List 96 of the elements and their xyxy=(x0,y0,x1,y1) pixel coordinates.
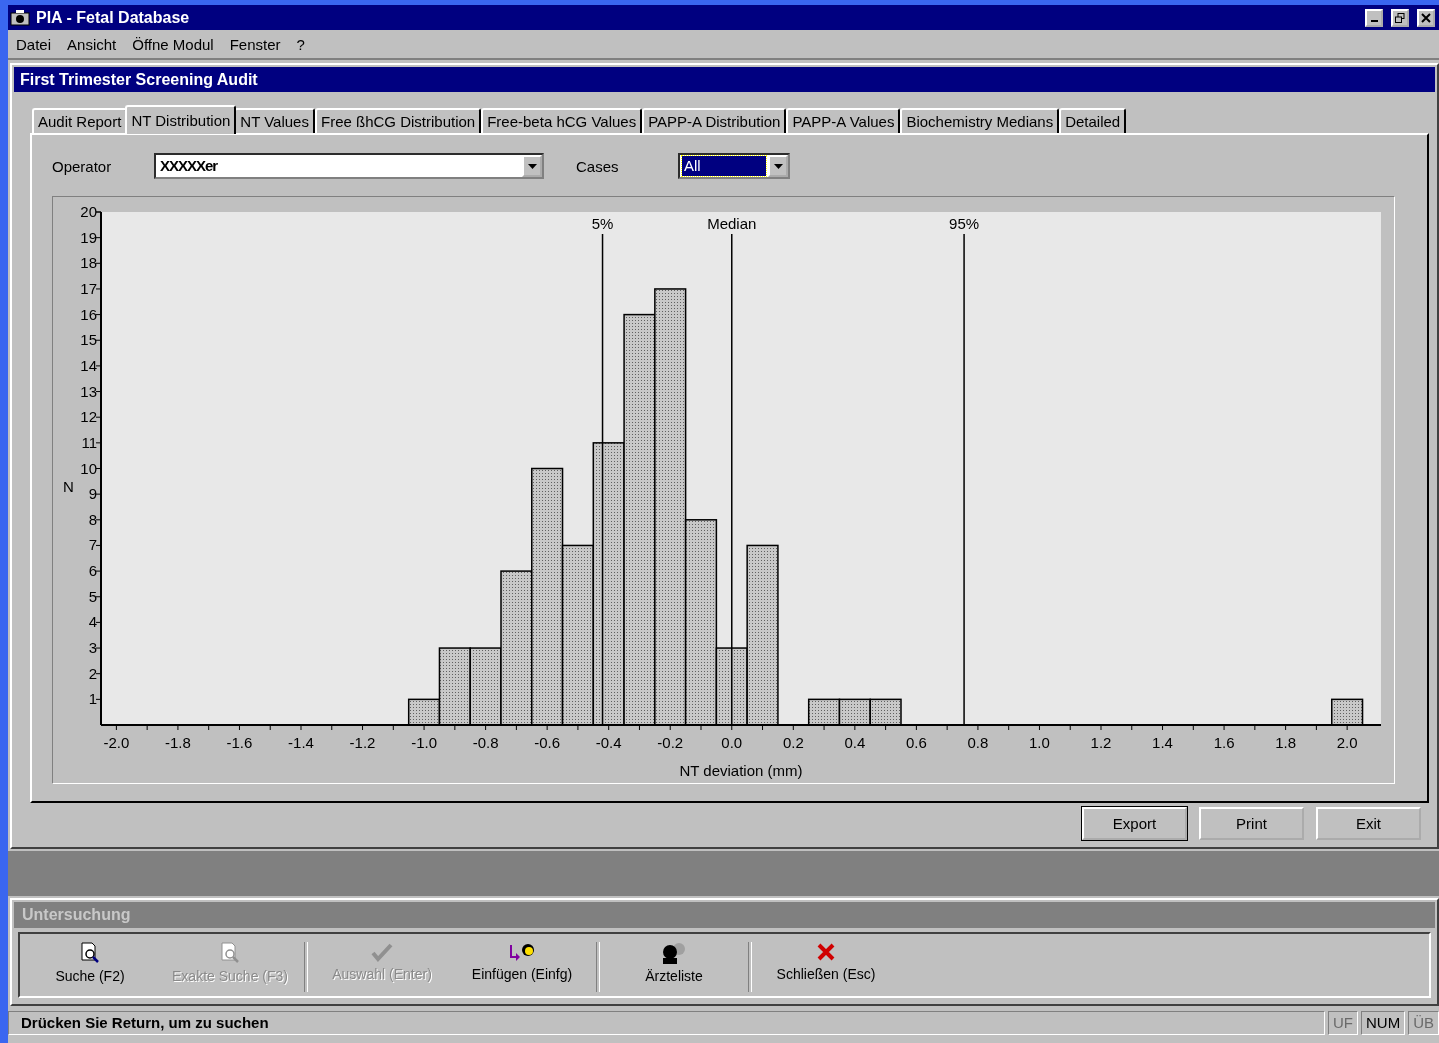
status-indicator: NUM xyxy=(1361,1010,1406,1035)
y-tick-label: 2 xyxy=(88,664,97,682)
search-icon xyxy=(79,942,101,964)
minimize-button[interactable] xyxy=(1365,8,1383,27)
menu-item[interactable]: Öffne Modul xyxy=(132,35,214,53)
cases-label: Cases xyxy=(576,157,620,175)
y-tick-label: 1 xyxy=(88,690,97,708)
menu-item[interactable]: Ansicht xyxy=(67,35,117,53)
tab[interactable]: Detailed xyxy=(1059,108,1127,133)
y-tick-label: 8 xyxy=(88,510,97,528)
y-tick-label: 4 xyxy=(88,613,97,631)
x-tick-label: 2.0 xyxy=(1336,734,1358,751)
dialog-button[interactable]: Export xyxy=(1082,807,1187,840)
x-tick-label: -0.8 xyxy=(472,734,499,751)
y-tick-label: 20 xyxy=(80,203,97,220)
panel-title: Untersuchung xyxy=(14,902,1435,928)
toolbar-button[interactable]: Ärzteliste xyxy=(604,942,744,984)
tab[interactable]: NT Values xyxy=(234,108,315,133)
y-tick-label: 18 xyxy=(80,254,97,272)
x-tick-label: 0.6 xyxy=(905,734,927,751)
person-arrow-icon xyxy=(508,942,536,962)
y-tick-label: 9 xyxy=(88,485,97,503)
operator-dropdown[interactable]: XXXXXer xyxy=(154,153,544,179)
tab[interactable]: Free-beta hCG Values xyxy=(481,108,643,133)
y-tick-label: 12 xyxy=(80,408,97,426)
tab[interactable]: Audit Report xyxy=(32,108,128,133)
tab[interactable]: PAPP-A Values xyxy=(786,108,901,133)
x-tick-label: 1.8 xyxy=(1275,734,1297,751)
toolbar-button[interactable]: Schließen (Esc) xyxy=(756,942,896,982)
x-axis-title: NT deviation (mm) xyxy=(679,762,803,779)
x-tick-label: 0.2 xyxy=(782,734,804,751)
dropdown-arrow-icon xyxy=(773,163,783,169)
dialog-button[interactable]: Print xyxy=(1199,807,1304,840)
close-icon xyxy=(816,942,836,962)
toolbar-button[interactable]: Einfügen (Einfg) xyxy=(452,942,592,982)
x-tick-label: -1.6 xyxy=(226,734,253,751)
y-tick-label: 6 xyxy=(88,562,97,580)
histogram-bar xyxy=(838,698,871,726)
menu-item[interactable]: ? xyxy=(296,35,305,53)
tab[interactable]: Biochemistry Medians xyxy=(900,108,1060,133)
x-tick-label: 1.0 xyxy=(1029,734,1050,751)
toolbar-button[interactable]: Suche (F2) xyxy=(20,942,160,984)
histogram-bar xyxy=(869,698,902,726)
restore-icon xyxy=(1395,12,1405,23)
percentile-label: Median xyxy=(707,215,757,232)
x-tick-label: 1.4 xyxy=(1152,734,1173,751)
x-tick-label: -0.6 xyxy=(534,734,561,751)
y-tick-label: 3 xyxy=(88,639,97,657)
y-axis-title: N xyxy=(63,478,74,495)
x-tick-label: -0.2 xyxy=(657,734,684,751)
x-tick-label: -2.0 xyxy=(103,734,130,751)
y-tick-label: 15 xyxy=(80,331,97,349)
status-indicator: ÜB xyxy=(1408,1010,1439,1035)
x-tick-label: 1.2 xyxy=(1090,734,1112,751)
tab[interactable]: NT Distribution xyxy=(125,105,237,134)
close-icon xyxy=(1421,12,1431,23)
child-window-title: First Trimester Screening Audit xyxy=(14,67,1435,92)
x-tick-label: -1.8 xyxy=(165,734,191,751)
percentile-label: 95% xyxy=(949,215,980,232)
status-message: Drücken Sie Return, um zu suchen xyxy=(8,1010,1325,1035)
x-tick-label: 0.8 xyxy=(967,734,989,751)
close-button[interactable] xyxy=(1417,8,1435,27)
camera-icon xyxy=(10,8,30,27)
tab[interactable]: PAPP-A Distribution xyxy=(642,108,787,133)
x-tick-label: 0.0 xyxy=(721,734,743,751)
dialog-button[interactable]: Exit xyxy=(1316,807,1421,840)
check-icon xyxy=(371,942,393,962)
y-tick-label: 19 xyxy=(80,228,97,246)
histogram-bar xyxy=(807,698,841,726)
menu-item[interactable]: Fenster xyxy=(229,35,281,53)
cases-dropdown[interactable]: All xyxy=(678,153,790,179)
y-tick-label: 13 xyxy=(80,382,97,400)
y-tick-label: 14 xyxy=(80,356,97,374)
menu-item[interactable]: Datei xyxy=(16,35,52,53)
x-tick-label: -1.2 xyxy=(349,734,376,751)
x-tick-label: -1.0 xyxy=(411,734,437,751)
percentile-label: 5% xyxy=(591,215,614,232)
y-tick-label: 7 xyxy=(88,536,97,554)
status-indicator: UF xyxy=(1328,1010,1358,1035)
tab[interactable]: Free ßhCG Distribution xyxy=(314,108,482,133)
search-icon xyxy=(219,942,241,964)
x-tick-label: 0.4 xyxy=(844,734,866,751)
window-title: PIA - Fetal Database xyxy=(36,8,191,27)
minimize-icon xyxy=(1370,20,1378,22)
operator-label: Operator xyxy=(52,157,113,175)
y-tick-label: 17 xyxy=(80,279,97,297)
y-tick-label: 11 xyxy=(81,433,97,451)
restore-button[interactable] xyxy=(1391,8,1409,27)
y-tick-label: 10 xyxy=(80,459,97,477)
x-tick-label: 1.6 xyxy=(1213,734,1235,751)
x-tick-label: -0.4 xyxy=(595,734,622,751)
y-tick-label: 5 xyxy=(88,587,97,605)
x-tick-label: -1.4 xyxy=(288,734,314,751)
dropdown-arrow-icon xyxy=(527,163,537,169)
histogram-bar xyxy=(1331,698,1364,726)
y-tick-label: 16 xyxy=(80,305,97,323)
